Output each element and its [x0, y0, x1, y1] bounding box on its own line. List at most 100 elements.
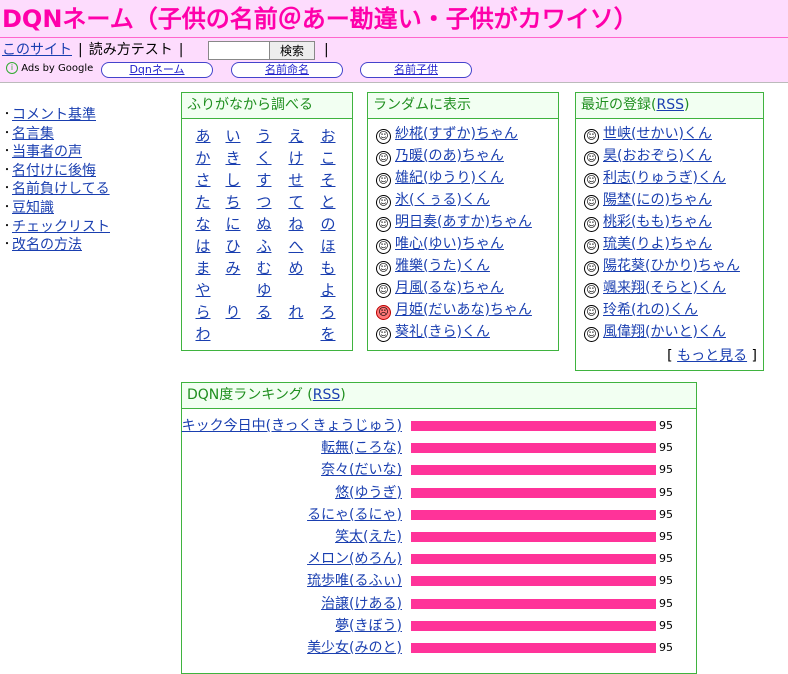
kana-link[interactable]: ほ [318, 235, 338, 256]
name-link[interactable]: 颯来翔(そらと)くん [603, 280, 726, 296]
kana-link[interactable]: ふ [254, 235, 274, 256]
name-link[interactable]: 雄紀(ゆうり)くん [395, 170, 504, 186]
kana-link[interactable]: す [254, 169, 274, 190]
kana-link[interactable]: ひ [223, 235, 243, 256]
list-item[interactable]: ☺ 氷(くぅる)くん [376, 189, 490, 211]
ranking-name-link[interactable]: 夢(きぼう) [335, 615, 402, 637]
ranking-name-link[interactable]: 笑太(えた) [335, 526, 402, 548]
list-item[interactable]: ☺ 桃彩(もも)ちゃん [584, 211, 712, 233]
nav-about-link[interactable]: このサイト [2, 42, 72, 58]
ranking-name-link[interactable]: 美少女(みのと) [307, 637, 402, 659]
list-item[interactable]: ☺ 昊(おおぞら)くん [584, 145, 712, 167]
kana-link[interactable]: ぬ [254, 213, 274, 234]
list-item[interactable]: ☺ 玲希(れの)くん [584, 299, 698, 321]
list-item[interactable]: ☺ 明日奏(あすか)ちゃん [376, 211, 532, 233]
sidebar-item-checklist[interactable]: ・チェックリスト [2, 218, 110, 237]
kana-link[interactable]: そ [318, 169, 338, 190]
sidebar-item-quotes[interactable]: ・名言集 [2, 125, 110, 144]
kana-link[interactable]: き [223, 147, 243, 168]
name-link[interactable]: 琉美(りよ)ちゃん [603, 236, 712, 252]
kana-link[interactable]: さ [193, 169, 213, 190]
sidebar-item-trivia[interactable]: ・豆知識 [2, 199, 110, 218]
kana-link[interactable]: と [318, 191, 338, 212]
kana-link[interactable]: へ [286, 235, 306, 256]
kana-link[interactable]: い [223, 125, 243, 146]
search-button[interactable]: 検索 [269, 41, 315, 60]
kana-link[interactable]: む [254, 257, 274, 278]
list-item[interactable]: ☺ 陽花葵(ひかり)ちゃん [584, 255, 740, 277]
kana-link[interactable]: ね [286, 213, 306, 234]
kana-link[interactable]: よ [318, 279, 338, 300]
name-link[interactable]: 葵礼(きら)くん [395, 324, 490, 340]
list-item[interactable]: ☺ 風偉翔(かいと)くん [584, 321, 726, 343]
sidebar-item-name-defeat[interactable]: ・名前負けしてる [2, 180, 110, 199]
sidebar-item-regret[interactable]: ・名付けに後悔 [2, 162, 110, 181]
kana-link[interactable]: や [193, 279, 213, 300]
kana-link[interactable]: は [193, 235, 213, 256]
sidebar-item-voices[interactable]: ・当事者の声 [2, 143, 110, 162]
ranking-name-link[interactable]: 治譲(けある) [321, 593, 402, 615]
name-link[interactable]: 紗椛(すずか)ちゃん [395, 126, 518, 142]
kana-link[interactable]: く [254, 147, 274, 168]
kana-link[interactable]: つ [254, 191, 274, 212]
kana-link[interactable]: た [193, 191, 213, 212]
ad-info-icon[interactable]: i [6, 62, 18, 74]
ranking-name-link[interactable]: 奈々(だいな) [321, 459, 402, 481]
ranking-name-link[interactable]: るにゃ(るにゃ) [307, 504, 402, 526]
ranking-name-link[interactable]: メロン(めろん) [307, 548, 402, 570]
kana-link[interactable]: め [286, 257, 306, 278]
kana-link[interactable]: ち [223, 191, 243, 212]
kana-link[interactable]: な [193, 213, 213, 234]
ranking-name-link[interactable]: キック今日中(きっくきょうじゅう) [182, 415, 402, 437]
kana-link[interactable]: え [286, 125, 306, 146]
ranking-name-link[interactable]: 琉歩唯(るふぃ) [307, 570, 402, 592]
kana-link[interactable]: ろ [318, 301, 338, 322]
name-link[interactable]: 月姫(だいあな)ちゃん [395, 302, 532, 318]
recent-rss-link[interactable]: RSS [656, 97, 684, 113]
ranking-name-link[interactable]: 悠(ゆうぎ) [335, 482, 402, 504]
name-link[interactable]: 玲希(れの)くん [603, 302, 698, 318]
name-link[interactable]: 雅樂(うた)くん [395, 258, 490, 274]
kana-link[interactable]: あ [193, 125, 213, 146]
name-link[interactable]: 乃暖(のあ)ちゃん [395, 148, 504, 164]
list-item[interactable]: ☺ 利志(りゅうぎ)くん [584, 167, 726, 189]
kana-link[interactable]: て [286, 191, 306, 212]
kana-link[interactable]: け [286, 147, 306, 168]
ad-link-dqn-name[interactable]: Dqnネーム [101, 62, 213, 78]
kana-link[interactable]: ら [193, 301, 213, 322]
ads-by-google[interactable]: i Ads by Google [6, 62, 93, 74]
ad-link-name-child[interactable]: 名前子供 [360, 62, 472, 78]
more-link[interactable]: もっと見る [677, 348, 747, 364]
list-item[interactable]: ☺ 颯来翔(そらと)くん [584, 277, 726, 299]
kana-link[interactable]: み [223, 257, 243, 278]
list-item[interactable]: ☺ 世峡(せかい)くん [584, 123, 712, 145]
kana-link[interactable]: せ [286, 169, 306, 190]
list-item[interactable]: ☹ 月姫(だいあな)ちゃん [376, 299, 532, 321]
kana-link[interactable]: も [318, 257, 338, 278]
name-link[interactable]: 陽花葵(ひかり)ちゃん [603, 258, 740, 274]
kana-link[interactable]: を [318, 323, 338, 344]
name-link[interactable]: 明日奏(あすか)ちゃん [395, 214, 532, 230]
name-link[interactable]: 月風(るな)ちゃん [395, 280, 504, 296]
sidebar-item-rename-method[interactable]: ・改名の方法 [2, 236, 110, 255]
list-item[interactable]: ☺ 唯心(ゆい)ちゃん [376, 233, 504, 255]
kana-link[interactable]: か [193, 147, 213, 168]
sidebar-item-comment-rules[interactable]: ・コメント基準 [2, 106, 110, 125]
list-item[interactable]: ☺ 乃暖(のあ)ちゃん [376, 145, 504, 167]
name-link[interactable]: 昊(おおぞら)くん [603, 148, 712, 164]
name-link[interactable]: 陽埜(にの)ちゃん [603, 192, 712, 208]
site-title[interactable]: DQNネーム（子供の名前＠あー勘違い・子供がカワイソ） [2, 2, 638, 36]
kana-link[interactable]: お [318, 125, 338, 146]
kana-link[interactable]: る [254, 301, 274, 322]
ranking-name-link[interactable]: 転無(ころな) [321, 437, 402, 459]
kana-link[interactable]: し [223, 169, 243, 190]
name-link[interactable]: 唯心(ゆい)ちゃん [395, 236, 504, 252]
list-item[interactable]: ☺ 雄紀(ゆうり)くん [376, 167, 504, 189]
name-link[interactable]: 風偉翔(かいと)くん [603, 324, 726, 340]
name-link[interactable]: 世峡(せかい)くん [603, 126, 712, 142]
kana-link[interactable]: こ [318, 147, 338, 168]
list-item[interactable]: ☺ 琉美(りよ)ちゃん [584, 233, 712, 255]
kana-link[interactable]: の [318, 213, 338, 234]
list-item[interactable]: ☺ 葵礼(きら)くん [376, 321, 490, 343]
kana-link[interactable]: う [254, 125, 274, 146]
